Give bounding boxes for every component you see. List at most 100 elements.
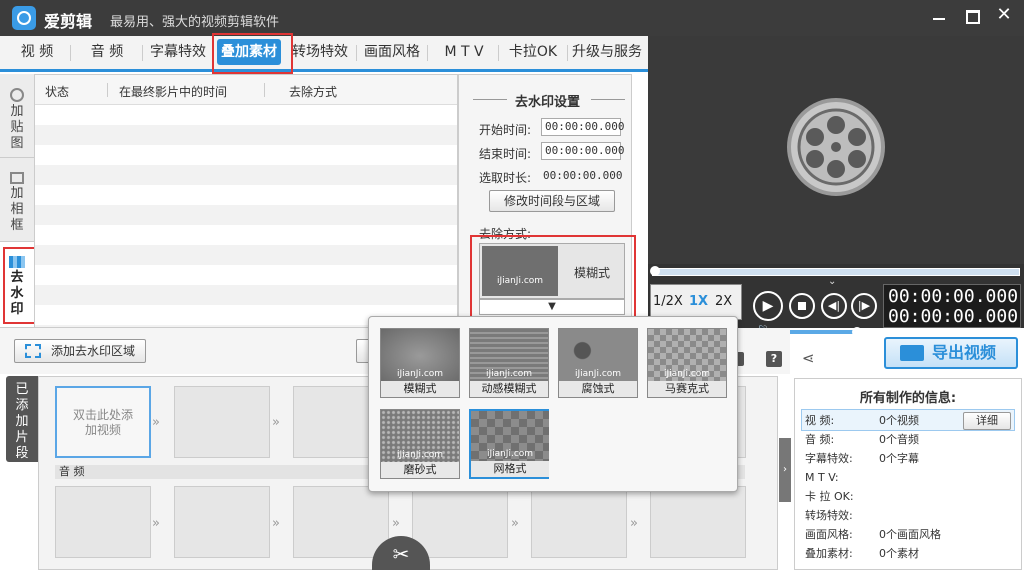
maximize-icon[interactable]: [966, 10, 980, 24]
end-time-label: 结束时间:: [479, 147, 532, 161]
method-option-mosaic-label: 马赛克式: [648, 381, 726, 397]
progress-bar[interactable]: [652, 268, 1020, 276]
prev-frame-button[interactable]: ◀|: [821, 293, 847, 319]
tab-transitions[interactable]: 转场特效: [288, 36, 352, 69]
video-preview: [648, 36, 1024, 264]
info-row-overlays: 叠加素材: 0个素材: [805, 547, 919, 560]
method-option-motion-blur-label: 动感模糊式: [470, 381, 548, 397]
audio-slot[interactable]: [412, 486, 508, 558]
minimize-icon[interactable]: [932, 10, 946, 24]
col-time[interactable]: 在最终影片中的时间: [119, 83, 227, 100]
tab-mtv[interactable]: M T V: [432, 36, 496, 69]
audio-slot[interactable]: [531, 486, 627, 558]
add-region-button[interactable]: 添加去水印区域: [14, 339, 146, 363]
add-region-label: 添加去水印区域: [51, 344, 136, 358]
tab-subtitles[interactable]: 字幕特效: [144, 36, 212, 69]
audio-slot[interactable]: [174, 486, 270, 558]
tab-audio[interactable]: 音 频: [74, 36, 140, 69]
duration-label: 选取时长:: [479, 171, 532, 185]
export-label: 导出视频: [932, 343, 997, 362]
tab-video[interactable]: 视 频: [6, 36, 68, 69]
stop-button[interactable]: [789, 293, 815, 319]
progress-handle[interactable]: [650, 266, 660, 276]
method-option-grid[interactable]: iJianJi.com 网格式: [469, 409, 549, 479]
tab-overlay[interactable]: 叠加素材: [217, 39, 281, 65]
clip-arrow-icon: »: [630, 516, 638, 531]
method-option-grid-label: 网格式: [471, 461, 549, 477]
speed-2x[interactable]: 2X: [715, 294, 732, 309]
frame-icon: [10, 172, 24, 184]
side-tab-frames-label: 加相框: [10, 186, 24, 233]
method-preview: iJianJi.com: [482, 246, 558, 296]
close-icon[interactable]: ✕: [994, 4, 1014, 28]
watermark-icon: [9, 256, 25, 268]
detail-button[interactable]: 详细: [963, 412, 1011, 430]
list-header: 状态 在最终影片中的时间 去除方式: [35, 75, 457, 105]
method-preview-site: iJianJi.com: [496, 276, 544, 286]
play-button[interactable]: ▶: [753, 291, 783, 321]
col-status[interactable]: 状态: [45, 83, 69, 100]
chevron-down-icon[interactable]: ⌄: [828, 276, 836, 287]
speed-half[interactable]: 1/2X: [653, 294, 683, 309]
mosaic-site: iJianJi.com: [663, 369, 711, 379]
info-row-transitions: 转场特效:: [805, 509, 853, 522]
side-tab-remove-watermark[interactable]: 去水印: [0, 242, 34, 328]
motion-blur-site: iJianJi.com: [485, 369, 533, 379]
time-current: 00:00:00.000: [888, 286, 1019, 307]
tab-karaoke[interactable]: 卡拉OK: [502, 36, 564, 69]
audio-slot[interactable]: [293, 486, 389, 558]
help-icon[interactable]: ?: [766, 351, 782, 367]
method-selector[interactable]: iJianJi.com 模糊式: [479, 243, 625, 299]
method-option-blur[interactable]: iJianJi.com 模糊式: [380, 328, 460, 398]
share-icon[interactable]: ⋖: [802, 350, 818, 366]
clip-arrow-icon: »: [392, 516, 400, 531]
side-tab-frames[interactable]: 加相框: [0, 158, 34, 242]
tab-upgrade[interactable]: 升级与服务: [569, 36, 645, 69]
add-video-placeholder: 双击此处添加视频: [72, 408, 133, 437]
app-logo-icon: [12, 6, 36, 30]
method-option-frosted[interactable]: iJianJi.com 磨砂式: [380, 409, 460, 479]
method-option-frosted-label: 磨砂式: [381, 462, 459, 478]
info-row-karaoke: 卡 拉 OK:: [805, 490, 854, 503]
duration-value: 00:00:00.000: [543, 169, 623, 182]
volume-slider[interactable]: [780, 330, 858, 334]
collapse-panel-button[interactable]: ›: [779, 438, 791, 502]
clip-arrow-icon: »: [272, 415, 280, 430]
audio-slot[interactable]: [55, 486, 151, 558]
info-title: 所有制作的信息:: [859, 391, 957, 406]
side-tab-remove-watermark-label: 去水印: [10, 270, 24, 317]
export-button[interactable]: 导出视频: [884, 337, 1018, 369]
side-tab-stickers[interactable]: 加贴图: [0, 74, 34, 158]
add-video-slot[interactable]: 双击此处添加视频: [55, 386, 151, 458]
info-row-styles: 画面风格: 0个画面风格: [805, 528, 941, 541]
info-row-video: 视 频: 0个视频: [805, 414, 919, 427]
time-total: 00:00:00.000: [888, 306, 1019, 327]
app-subtitle: 最易用、强大的视频剪辑软件: [110, 15, 280, 30]
speed-1x[interactable]: 1X: [689, 294, 708, 309]
volume-handle[interactable]: [852, 327, 862, 337]
method-popup: iJianJi.com 模糊式 iJianJi.com 动感模糊式 iJianJ…: [368, 316, 738, 492]
film-reel-icon: [787, 98, 885, 196]
blur-site: iJianJi.com: [396, 369, 444, 379]
method-label: 去除方式:: [479, 227, 532, 241]
clip-slot[interactable]: [174, 386, 270, 458]
watermark-settings-title: 去水印设置: [515, 95, 581, 110]
modify-region-button[interactable]: 修改时间段与区域: [489, 190, 615, 212]
method-option-mosaic[interactable]: iJianJi.com 马赛克式: [647, 328, 727, 398]
method-option-erode[interactable]: iJianJi.com 腐蚀式: [558, 328, 638, 398]
start-time-label: 开始时间:: [479, 123, 532, 137]
clips-tab: 已添加片段: [6, 376, 38, 462]
start-time-field[interactable]: 00:00:00.000: [541, 118, 624, 136]
watermark-list: 状态 在最终影片中的时间 去除方式: [34, 74, 458, 328]
clip-arrow-icon: »: [152, 516, 160, 531]
method-dropdown-arrow[interactable]: ▼: [479, 299, 625, 315]
info-panel: 所有制作的信息: 视 频: 0个视频 详细 音 频: 0个音频 字幕特效: 0个字幕 …: [794, 378, 1022, 570]
app-title: 爱剪辑: [44, 12, 93, 31]
col-method[interactable]: 去除方式: [289, 83, 337, 100]
tab-styles[interactable]: 画面风格: [360, 36, 424, 69]
method-option-motion-blur[interactable]: iJianJi.com 动感模糊式: [469, 328, 549, 398]
next-frame-button[interactable]: |▶: [851, 293, 877, 319]
end-time-field[interactable]: 00:00:00.000: [541, 142, 624, 160]
audio-slot[interactable]: [650, 486, 746, 558]
side-tab-stickers-label: 加贴图: [10, 104, 24, 151]
